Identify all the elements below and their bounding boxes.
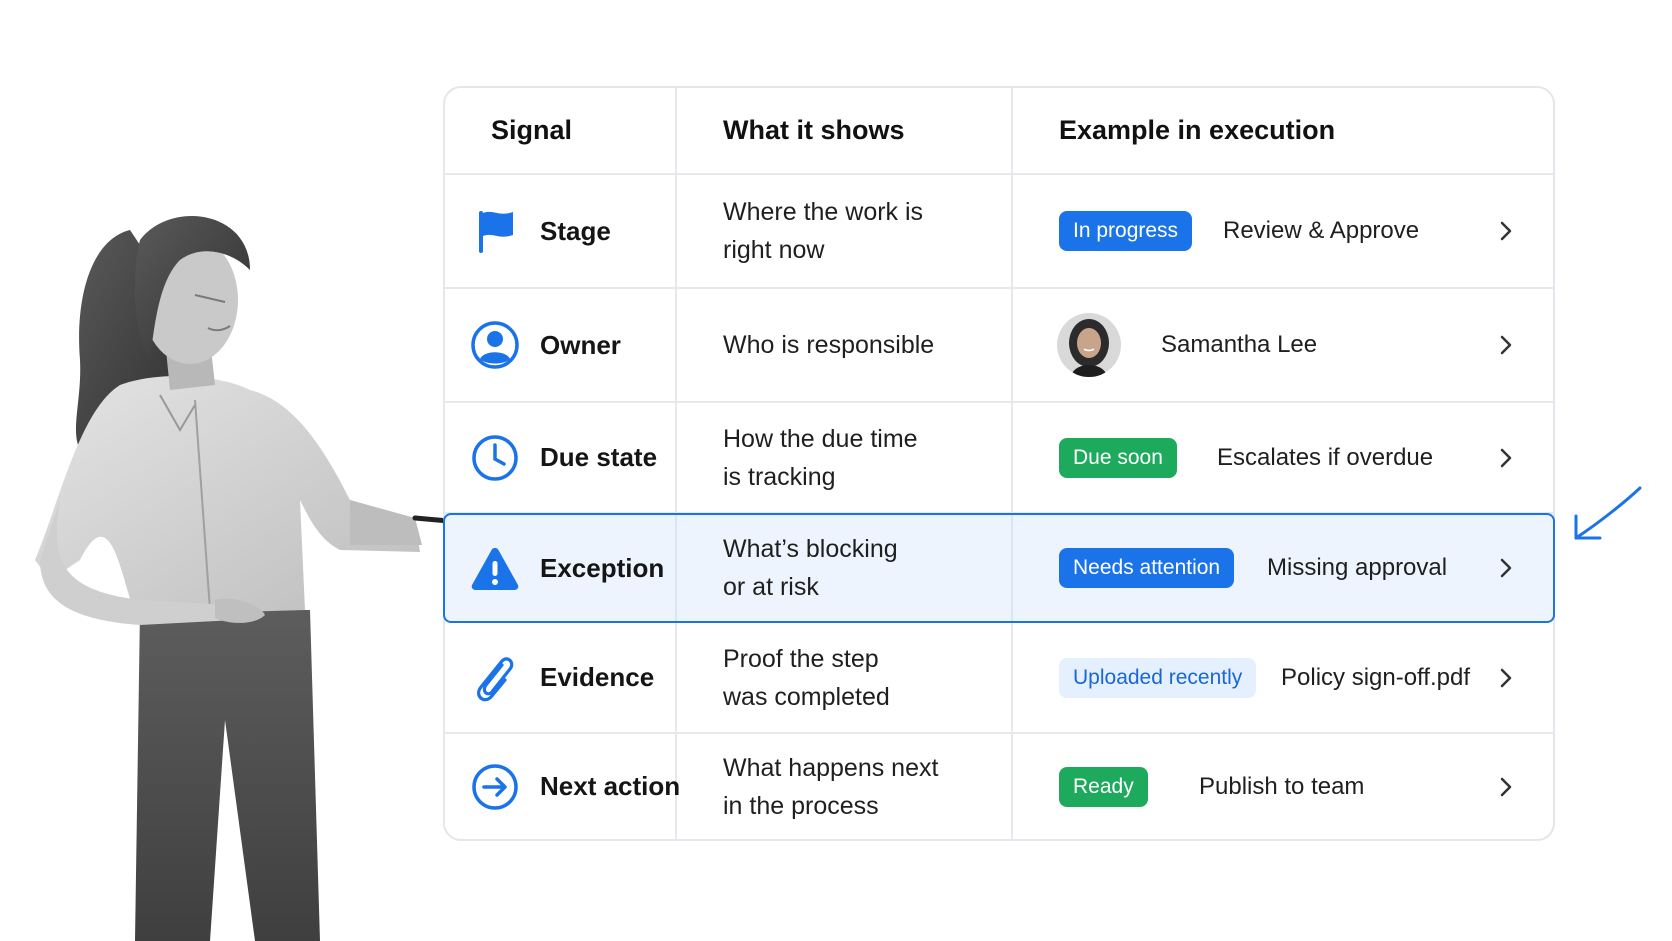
example-cell: In progress Review & Approve: [1013, 175, 1553, 287]
chevron-right-icon[interactable]: [1495, 776, 1517, 798]
signal-cell: Due state: [445, 403, 677, 512]
header-signal: Signal: [445, 88, 677, 173]
signal-table: Signal What it shows Example in executio…: [443, 86, 1555, 841]
signal-label: Stage: [540, 215, 611, 246]
status-badge: Uploaded recently: [1059, 657, 1257, 698]
signal-label: Evidence: [540, 662, 655, 692]
signal-cell: Next action: [445, 734, 681, 839]
user-icon: [469, 319, 521, 371]
table-row-evidence[interactable]: Evidence Proof the step was completed Up…: [445, 623, 1553, 734]
flag-icon: [469, 205, 521, 257]
chevron-right-icon[interactable]: [1495, 447, 1517, 469]
signal-label: Exception: [540, 552, 665, 583]
header-what-it-shows: What it shows: [677, 88, 1013, 173]
chevron-right-icon[interactable]: [1495, 667, 1517, 689]
example-cell: Needs attention Missing approval: [1013, 515, 1553, 621]
example-text: Missing approval: [1267, 554, 1448, 581]
paperclip-icon: [469, 652, 521, 704]
chevron-right-icon[interactable]: [1495, 220, 1517, 242]
table-header-row: Signal What it shows Example in executio…: [445, 88, 1553, 175]
table-row-stage[interactable]: Stage Where the work is right now In pro…: [445, 175, 1553, 289]
example-text: Publish to team: [1199, 772, 1365, 800]
shows-text: How the due time is tracking: [723, 424, 918, 491]
signal-label: Owner: [540, 329, 621, 360]
shows-text: Who is responsible: [723, 331, 935, 359]
signal-cell: Exception: [445, 515, 677, 621]
example-cell: Ready Publish to team: [1013, 734, 1553, 839]
chevron-right-icon[interactable]: [1495, 334, 1517, 356]
status-badge: In progress: [1059, 211, 1193, 251]
example-text: Escalates if overdue: [1217, 443, 1434, 471]
chevron-right-icon[interactable]: [1495, 557, 1517, 579]
status-badge: Ready: [1059, 766, 1148, 807]
pointer-arrow-icon: [1574, 486, 1642, 540]
example-text: Review & Approve: [1223, 217, 1420, 244]
table-row-next-action[interactable]: Next action What happens next in the pro…: [445, 734, 1553, 839]
example-cell: Samantha Lee: [1013, 289, 1553, 401]
warning-icon: [469, 542, 521, 594]
shows-cell: What’s blocking or at risk: [677, 515, 1013, 621]
table-row-exception[interactable]: Exception What’s blocking or at risk Nee…: [443, 513, 1555, 623]
slide: Signal What it shows Example in executio…: [0, 0, 1672, 941]
shows-text: What happens next in the process: [723, 753, 939, 820]
shows-cell: How the due time is tracking: [677, 403, 1013, 512]
avatar: [1057, 313, 1121, 377]
signal-cell: Stage: [445, 175, 677, 287]
example-cell: Due soon Escalates if overdue: [1013, 403, 1553, 512]
header-example: Example in execution: [1059, 115, 1336, 145]
table-row-due-state[interactable]: Due state How the due time is tracking D…: [445, 403, 1553, 514]
shows-cell: Where the work is right now: [677, 175, 1013, 287]
signal-cell: Evidence: [445, 623, 677, 732]
example-text: Policy sign-off.pdf: [1281, 663, 1470, 691]
example-cell: Uploaded recently Policy sign-off.pdf: [1013, 623, 1553, 732]
clock-icon: [469, 432, 521, 484]
signal-label: Next action: [540, 771, 681, 801]
arrow-right-circle-icon: [469, 761, 521, 813]
status-badge: Due soon: [1059, 437, 1177, 478]
status-badge: Needs attention: [1059, 548, 1235, 588]
signal-cell: Owner: [445, 289, 677, 401]
shows-text: What’s blocking or at risk: [723, 535, 898, 601]
shows-text: Where the work is right now: [723, 198, 924, 264]
shows-cell: Proof the step was completed: [677, 623, 1013, 732]
owner-name: Samantha Lee: [1161, 331, 1318, 358]
table-row-owner[interactable]: Owner Who is responsible Samantha Lee: [445, 289, 1553, 403]
shows-text: Proof the step was completed: [723, 644, 890, 711]
shows-cell: What happens next in the process: [677, 734, 1013, 839]
shows-cell: Who is responsible: [677, 289, 1013, 401]
signal-label: Due state: [540, 442, 658, 472]
presenter-illustration: [35, 216, 463, 941]
